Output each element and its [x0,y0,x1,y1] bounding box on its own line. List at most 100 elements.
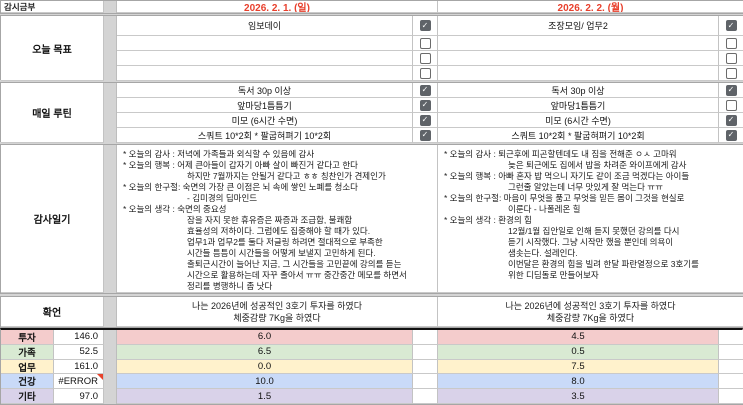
goal-checkbox-cell-day1 [413,66,438,81]
goal-checkbox-cell-day2 [719,66,743,81]
diary-line: 시간으로 활용하는데 자꾸 졸아서 ㅠㅠ 중간중간 메모를 하면서 [187,270,407,280]
score-category-label: 투자 [1,330,54,345]
checkbox-icon[interactable] [725,129,737,141]
gutter [104,145,117,293]
checkbox-icon[interactable] [725,37,737,49]
gutter [104,330,117,345]
score-value-day1[interactable]: 6.0 [117,330,413,345]
affirmation-section-label: 확언 [1,297,104,327]
score-total-cell[interactable]: 52.5 [54,344,104,360]
checkbox-icon[interactable] [419,67,431,79]
corner-label-cell: 감시금부 [1,1,104,13]
checkbox-icon[interactable] [419,114,431,126]
affirmation-text-day1[interactable]: 나는 2026년에 성공적인 3호기 투자를 하였다 체중감량 7Kg을 하였다 [117,297,438,327]
goal-text-cell-day1[interactable] [117,66,413,81]
diary-line: * 오늘의 감사 : 퇴근후에 피곤할텐데도 내 짐을 전해준 ㅇㅅ 고마워 [444,149,677,159]
gutter [104,16,117,81]
routine-text-cell-day1[interactable]: 앞마당1틈틈기 [117,98,413,113]
checkbox-icon[interactable] [419,99,431,111]
score-value-day1[interactable]: 1.5 [117,389,413,404]
score-value-day2[interactable]: 7.5 [438,359,719,375]
score-category-label: 기타 [1,389,54,404]
checkbox-icon[interactable] [725,67,737,79]
routine-text-cell-day2[interactable]: 앞마당1틈틈기 [438,98,719,113]
goal-checkbox-cell-day1 [413,51,438,66]
diary-text-day1[interactable]: * 오늘의 감사 : 저녁에 가족들과 외식할 수 있음에 감사 * 오늘의 행복… [117,145,438,293]
goal-text-cell-day2[interactable]: 조장모임/ 업무2 [438,16,719,36]
routine-text-cell-day2[interactable]: 독서 30p 이상 [438,83,719,98]
diary-line: 업무1과 업무2를 둘다 저글링 하려면 절대적으로 부족한 [187,237,383,247]
routine-text-cell-day1[interactable]: 미모 (6시간 수면) [117,113,413,128]
checkbox-icon[interactable] [725,114,737,126]
diary-line: 샘솟는다. 설레인다. [508,248,578,258]
score-category-label: 건강 [1,374,54,390]
routine-checkbox-cell-day1 [413,113,438,128]
diary-line: - 김미경의 딥마인드 [187,193,258,203]
diary-line: 효율성의 저하이다. 그럼에도 집중해야 할 때가 있다. [187,226,371,236]
goal-text-cell-day1[interactable]: 임보데이 [117,16,413,36]
diary-line: 정리를 병행하니 좀 낫다 [187,281,273,291]
score-value-day1[interactable]: 10.0 [117,374,413,390]
score-value-day2[interactable]: 8.0 [438,374,719,390]
diary-line: 이번달은 환경의 힘을 빌려 한달 파란열정으로 3호기를 [508,259,699,269]
score-value-day1[interactable]: 6.5 [117,344,413,360]
diary-line: 하지만 7월까지는 안될거 같다고 ㅎㅎ 칭찬인가 견제인가 [187,171,386,181]
goals-section-label: 오늘 목표 [1,16,104,81]
score-total-cell[interactable]: 146.0 [54,330,104,345]
score-value-day2[interactable]: 4.5 [438,330,719,345]
diary-line: * 오늘의 한구절: 숙면의 가장 큰 이점은 뇌 속에 쌓인 노폐를 청소다 [123,182,358,192]
checkbox-icon[interactable] [725,84,737,96]
goal-text-cell-day1[interactable] [117,51,413,66]
diary-line: 그런줄 알았는데 너무 맛있게 잘 먹는다 ㅠㅠ [508,182,663,192]
diary-line: * 오늘의 한구절: 마음이 무엇을 품고 무엇을 믿든 몸이 그것을 현실로 [444,193,685,203]
affirmation-section: 확언 나는 2026년에 성공적인 3호기 투자를 하였다 체중감량 7Kg을 … [0,296,743,328]
journal-spreadsheet: 감시금부 2026. 2. 1. (일) 2026. 2. 2. (월) 오늘 … [0,0,743,405]
checkbox-icon[interactable] [725,20,737,31]
checkbox-icon[interactable] [419,37,431,49]
goal-text-cell-day1[interactable] [117,36,413,51]
routine-text-cell-day1[interactable]: 스쿼트 10*2회 * 팔굽혀펴기 10*2회 [117,128,413,143]
checkbox-icon[interactable] [419,129,431,141]
score-value-day1[interactable]: 0.0 [117,359,413,375]
goal-text-cell-day2[interactable] [438,51,719,66]
score-spacer [413,330,438,345]
routine-text-cell-day2[interactable]: 스쿼트 10*2회 * 팔굽혀펴기 10*2회 [438,128,719,143]
score-spacer [719,374,743,390]
score-total-cell[interactable]: #ERROR [54,374,104,390]
score-value-day2[interactable]: 3.5 [438,389,719,404]
checkbox-icon[interactable] [725,99,737,111]
goals-section: 오늘 목표 임보데이 조장모임/ 업무2 [0,15,743,81]
routine-checkbox-cell-day2 [719,83,743,98]
date-header-day2: 2026. 2. 2. (월) [438,1,743,13]
score-total-cell[interactable]: 97.0 [54,389,104,404]
routine-text-cell-day2[interactable]: 미모 (6시간 수면) [438,113,719,128]
goal-text-cell-day2[interactable] [438,66,719,81]
score-value-day2[interactable]: 0.5 [438,344,719,360]
diary-line: 늦은 퇴근에도 집에서 밥을 차려준 와이프에게 감사 [508,160,687,170]
affirmation-text-day2[interactable]: 나는 2026년에 성공적인 3호기 투자를 하였다 체중감량 7Kg을 하였다 [438,297,743,327]
routine-checkbox-cell-day2 [719,128,743,143]
goal-checkbox-cell-day2 [719,51,743,66]
score-category-label: 업무 [1,359,54,375]
diary-section: 감사일기 * 오늘의 감사 : 저녁에 가족들과 외식할 수 있음에 감사 * 오… [0,144,743,294]
checkbox-icon[interactable] [419,84,431,96]
diary-line: * 오늘의 행복 : 아빠 혼자 밥 먹으니 자기도 같이 조금 먹겠다는 아이… [444,171,690,181]
checkbox-icon[interactable] [725,52,737,64]
routine-section: 매일 루틴 독서 30p 이상 독서 30p 이상 앞마당1틈틈기 앞마당1틈틈… [0,82,743,143]
checkbox-icon[interactable] [419,52,431,64]
score-spacer [413,374,438,390]
score-total-cell[interactable]: 161.0 [54,359,104,375]
diary-text-day2[interactable]: * 오늘의 감사 : 퇴근후에 피곤할텐데도 내 짐을 전해준 ㅇㅅ 고마워 늦은… [438,145,743,293]
routine-checkbox-cell-day2 [719,113,743,128]
score-spacer [413,344,438,360]
diary-line: 시간들 틈틈이 시간들을 어떻게 보낼지 고민하게 된다. [187,248,376,258]
diary-line: * 오늘의 생각 : 숙면의 중요성 [123,204,227,214]
diary-line: 12월/1월 집안일로 인해 듣지 못했던 강의를 다시 [508,226,680,236]
score-table: 투자 146.0 6.0 4.5 가족 52.5 6.5 0.5 업무 161.… [0,328,743,405]
score-spacer [719,389,743,404]
checkbox-icon[interactable] [419,20,431,31]
date-header-day1: 2026. 2. 1. (일) [117,1,438,13]
score-category-label: 가족 [1,344,54,360]
goal-text-cell-day2[interactable] [438,36,719,51]
routine-text-cell-day1[interactable]: 독서 30p 이상 [117,83,413,98]
